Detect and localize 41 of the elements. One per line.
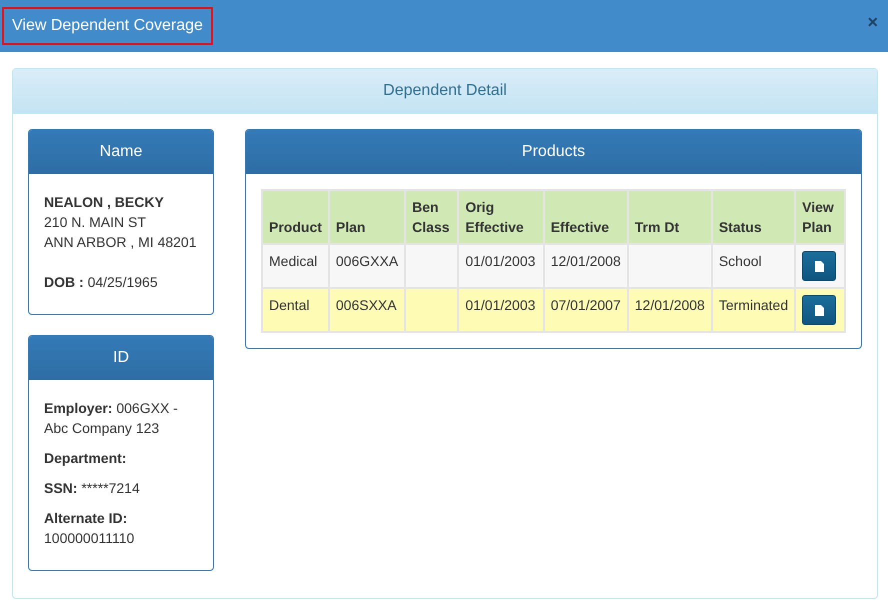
table-cell: 01/01/2003 — [458, 244, 544, 288]
address-line: ANN ARBOR , MI 48201 — [44, 233, 198, 252]
table-cell: 12/01/2008 — [544, 244, 628, 288]
document-icon — [814, 304, 824, 316]
field-text: SSN: *****7214 — [44, 479, 141, 498]
column-header: Plan — [328, 190, 406, 244]
column-header: Effective — [544, 190, 628, 244]
table-cell: Dental — [262, 288, 329, 332]
table-cell: 07/01/2007 — [544, 288, 628, 332]
column-header: Ben Class — [405, 190, 458, 244]
field-label: Alternate ID: — [44, 509, 128, 528]
panel-title: Dependent Detail — [13, 69, 877, 114]
field-text: Employer: 006GXX - Abc Company 123 — [44, 399, 179, 438]
address-line: 210 N. MAIN ST — [44, 213, 147, 232]
field-value: 100000011110 — [44, 529, 136, 548]
table-cell: School — [712, 244, 796, 288]
table-cell — [405, 288, 458, 332]
table-cell: Medical — [262, 244, 329, 288]
table-cell: 006SXXA — [328, 288, 406, 332]
table-cell: 12/01/2008 — [628, 288, 712, 332]
column-header: Trm Dt — [628, 190, 712, 244]
view-plan-button[interactable] — [802, 251, 836, 281]
person-name: NEALON , BECKY — [44, 193, 165, 212]
column-header: Product — [262, 190, 329, 244]
table-cell — [405, 244, 458, 288]
dob-label: DOB : — [44, 274, 84, 290]
card-title: ID — [29, 336, 213, 380]
document-icon — [814, 260, 824, 272]
column-header: Orig Effective — [458, 190, 544, 244]
column-header: Status — [712, 190, 796, 244]
table-cell: 01/01/2003 — [458, 288, 544, 332]
table-cell: 006GXXA — [328, 244, 406, 288]
card-title: Name — [29, 130, 213, 174]
close-button[interactable]: × — [867, 12, 878, 32]
window-title: View Dependent Coverage — [2, 7, 213, 45]
column-header: View Plan — [795, 190, 845, 244]
table-cell: Terminated — [712, 288, 796, 332]
card-title: Products — [246, 130, 861, 174]
field-label: Department: — [44, 449, 128, 468]
dob-value: 04/25/1965 — [88, 274, 158, 290]
view-plan-button[interactable] — [802, 295, 836, 325]
